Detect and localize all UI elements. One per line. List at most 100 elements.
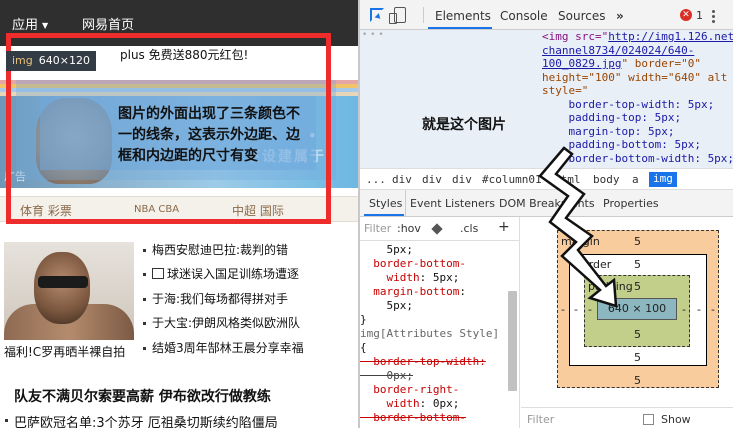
margin-left-value[interactable]: -	[561, 303, 565, 316]
css-property[interactable]: margin-bottom	[360, 285, 459, 298]
photo-sunglasses	[38, 276, 88, 288]
dom-code-line: style="	[542, 84, 589, 97]
show-all-checkbox[interactable]	[643, 414, 654, 425]
nav-app-menu[interactable]: 应用 ▼	[12, 14, 48, 33]
breadcrumb-item-selected[interactable]: img	[649, 172, 677, 187]
tab-sources[interactable]: Sources	[558, 9, 605, 23]
more-tabs-button[interactable]: »	[616, 9, 624, 23]
nav-app-label: 应用	[12, 18, 39, 33]
breadcrumb-item[interactable]: div	[452, 173, 472, 186]
css-value-overridden: 0px;	[360, 369, 413, 382]
css-property[interactable]: width	[360, 271, 419, 284]
css-value[interactable]: : 5px;	[420, 271, 460, 284]
chevron-down-icon: ▼	[42, 21, 49, 30]
breadcrumb-item[interactable]: div	[392, 173, 412, 186]
padding-top-value[interactable]: 5	[634, 280, 641, 293]
headline-link[interactable]: 队友不满贝尔索要高薪 伊布欲改行做教练	[14, 386, 271, 406]
dom-style-line: border-top-width: 5px;	[542, 97, 715, 111]
news-item[interactable]: 梅西安慰迪巴拉:裁判的错	[142, 242, 358, 266]
dom-src-link[interactable]: http://img1.126.net	[608, 30, 733, 43]
devtools-tab-bar: Elements Console Sources » ✕ 1	[360, 0, 733, 30]
margin-right-value[interactable]: -	[711, 303, 715, 316]
toolbar-divider	[423, 7, 424, 23]
tab-event-listeners[interactable]: Event Listeners	[410, 197, 495, 210]
styles-filter-input[interactable]: Filter	[364, 222, 391, 235]
box-model-content[interactable]: 640 × 100	[597, 298, 677, 320]
css-selector: img[Attributes Style]	[360, 327, 500, 340]
device-toolbar-icon[interactable]	[389, 7, 406, 24]
margin-top-value[interactable]: 5	[634, 235, 641, 248]
dom-style-line: margin-top: 5px;	[542, 124, 675, 138]
padding-right-value[interactable]: -	[682, 303, 686, 316]
news-photo[interactable]	[4, 242, 134, 340]
webpage-pane: 应用▼ 网易首页 plus 免费送880元红包! • • • • 下设建属于 广…	[0, 0, 358, 428]
error-icon[interactable]: ✕	[680, 9, 692, 21]
box-model-pane: 640 × 100 margin 5 5 border 5 5 padding …	[521, 217, 733, 428]
new-rule-button[interactable]: +	[498, 219, 510, 235]
tab-console[interactable]: Console	[500, 9, 548, 23]
border-left-value[interactable]: -	[574, 303, 578, 316]
margin-label: margin	[561, 235, 600, 248]
tab-dom-breakpoints[interactable]: DOM Breakpoints	[499, 197, 595, 210]
tooltip-tag: img	[12, 54, 33, 67]
kebab-menu-icon[interactable]	[712, 8, 718, 25]
breadcrumb-item[interactable]: body	[593, 173, 620, 186]
dom-code-line: height="100" width="640" alt	[542, 70, 728, 84]
css-property[interactable]: border-bottom-	[360, 257, 466, 270]
photo-caption[interactable]: 福利!C罗再晒半裸自拍	[4, 343, 125, 360]
subtab-divider	[405, 190, 406, 217]
dom-code-line: " border="0"	[621, 57, 701, 70]
tab-properties[interactable]: Properties	[603, 197, 659, 210]
css-value[interactable]: 5px;	[360, 299, 413, 312]
css-property: border-right-	[360, 383, 460, 396]
tab-elements[interactable]: Elements	[435, 9, 491, 23]
styles-scrollbar[interactable]	[508, 291, 517, 391]
class-toggle-button[interactable]: .cls	[460, 222, 478, 235]
photo-head	[34, 252, 90, 324]
hover-state-button[interactable]: :hov	[397, 222, 421, 235]
styles-pane: Filter :hov .cls + 5px; border-bottom- w…	[360, 217, 520, 428]
breadcrumb-item[interactable]: html	[554, 173, 581, 186]
screenshot-root: 应用▼ 网易首页 plus 免费送880元红包! • • • • 下设建属于 广…	[0, 0, 733, 428]
dom-style-line: padding-bottom: 5px;	[542, 138, 701, 151]
breadcrumb-item[interactable]: ...	[366, 173, 386, 186]
diamond-icon[interactable]	[431, 223, 443, 235]
news-item[interactable]: 结婚3周年郜林王晨分享幸福	[142, 340, 358, 364]
tab-styles[interactable]: Styles	[369, 197, 402, 210]
padding-bottom-value[interactable]: 5	[634, 328, 641, 341]
dom-tree-panel: • • • 就是这个图片 <img src="http://img1.126.n…	[360, 30, 733, 168]
border-top-value[interactable]: 5	[634, 258, 641, 271]
css-line: }	[360, 313, 367, 326]
computed-filter-bar: Filter Show	[521, 407, 733, 428]
dom-annotation-label: 就是这个图片	[422, 117, 506, 133]
breadcrumb-item[interactable]: div	[422, 173, 442, 186]
devtools-pane: Elements Console Sources » ✕ 1 • • • 就是这…	[360, 0, 733, 428]
computed-filter-input[interactable]: Filter	[527, 413, 554, 426]
border-label: border	[575, 258, 612, 271]
css-property-overridden: border-bottom-	[360, 411, 466, 424]
padding-label: padding	[588, 280, 633, 293]
dom-selected-node[interactable]: <img src="http://img1.126.net channel873…	[542, 30, 733, 165]
subheadline-link[interactable]: 巴萨欧冠名单:3个苏牙 厄祖桑切斯续约陷僵局	[4, 412, 278, 428]
border-bottom-value[interactable]: 5	[634, 351, 641, 364]
nav-home-link[interactable]: 网易首页	[82, 14, 134, 33]
error-count[interactable]: 1	[696, 9, 703, 22]
news-item[interactable]: 于大宝:伊朗风格类似欧洲队	[142, 315, 358, 339]
breadcrumb-item[interactable]: #column01	[482, 173, 542, 186]
breadcrumb: ... div div div #column01 html body a im…	[360, 168, 733, 190]
css-line: :	[459, 285, 466, 298]
active-tab-indicator	[428, 27, 492, 29]
padding-left-value[interactable]: -	[588, 303, 592, 316]
news-item-text: 于海:我们每场都得拼对手	[152, 291, 289, 306]
inspect-element-icon[interactable]	[370, 8, 384, 22]
inspect-tooltip: img 640×120	[6, 51, 96, 71]
css-line: {	[360, 341, 367, 354]
news-item[interactable]: 于海:我们每场都得拼对手	[142, 291, 358, 315]
breadcrumb-item[interactable]: a	[632, 173, 639, 186]
dom-src-link[interactable]: channel8734/024024/640-	[542, 44, 694, 57]
border-right-value[interactable]: -	[697, 303, 701, 316]
show-all-label: Show	[661, 413, 691, 426]
margin-bottom-value[interactable]: 5	[634, 374, 641, 387]
news-item[interactable]: 球迷误入国足训练场遭逐	[142, 266, 358, 290]
dom-src-link[interactable]: 100_0829.jpg	[542, 57, 621, 70]
